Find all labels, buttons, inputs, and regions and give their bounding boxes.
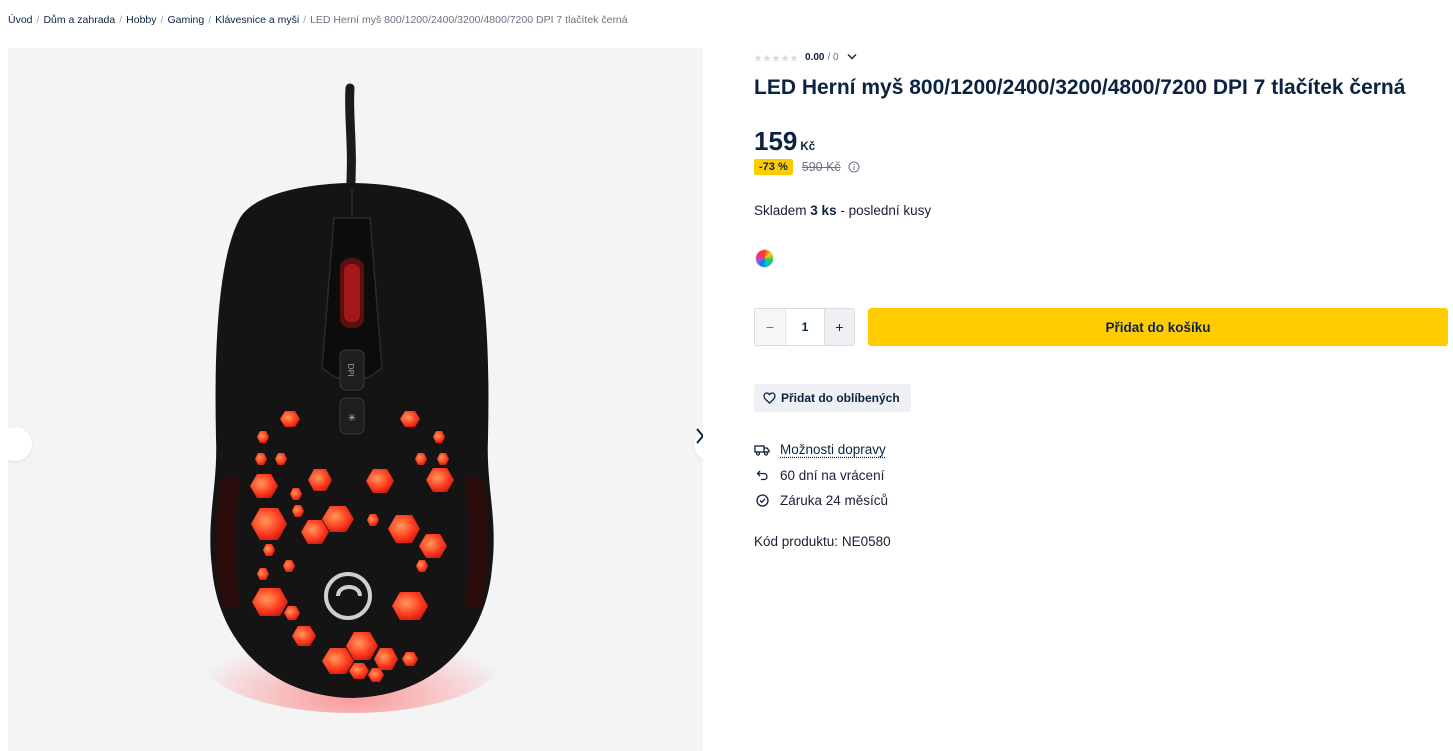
svg-text:DPI: DPI xyxy=(346,363,355,376)
discount-badge: -73 % xyxy=(754,159,793,175)
stock-prefix: Skladem xyxy=(754,203,807,218)
breadcrumb-link-home[interactable]: Úvod xyxy=(8,14,33,26)
star-icon xyxy=(772,53,780,61)
breadcrumb-separator: / xyxy=(303,14,307,26)
chevron-right-icon xyxy=(696,428,703,444)
breadcrumb: Úvod / Dům a zahrada / Hobby / Gaming / Klávesni… xyxy=(8,14,628,26)
star-icon xyxy=(754,53,762,61)
svg-text:✳: ✳ xyxy=(348,413,356,424)
price-amount: 159 xyxy=(754,126,798,156)
chevron-down-icon xyxy=(847,52,857,63)
quantity-increase-button[interactable]: + xyxy=(824,309,854,345)
breadcrumb-current: LED Herní myš 800/1200/2400/3200/4800/72… xyxy=(310,14,628,26)
discount-row: -73 % 590 Kč xyxy=(754,159,860,175)
rating-stars xyxy=(754,53,798,62)
star-icon xyxy=(763,53,771,61)
star-icon xyxy=(781,53,789,61)
truck-icon xyxy=(754,444,770,456)
add-to-favorites-button[interactable]: Přidat do oblíbených xyxy=(754,384,911,412)
stock-status: Skladem 3 ks - poslední kusy xyxy=(754,203,931,218)
feature-shipping: Možnosti dopravy xyxy=(754,437,888,463)
breadcrumb-separator: / xyxy=(119,14,123,26)
quantity-stepper: − 1 + xyxy=(754,308,855,346)
quantity-decrease-button[interactable]: − xyxy=(755,309,785,345)
breadcrumb-link-keyboards-mice[interactable]: Klávesnice a myši xyxy=(215,14,299,26)
product-gallery: DPI ✳ xyxy=(8,48,703,751)
breadcrumb-separator: / xyxy=(208,14,212,26)
breadcrumb-link-home-garden[interactable]: Dům a zahrada xyxy=(43,14,115,26)
add-to-cart-button[interactable]: Přidat do košíku xyxy=(868,308,1448,346)
product-price: 159 Kč xyxy=(754,126,815,157)
breadcrumb-link-gaming[interactable]: Gaming xyxy=(167,14,204,26)
product-code: Kód produktu: NE0580 xyxy=(754,534,891,549)
quantity-input[interactable]: 1 xyxy=(785,309,824,345)
rating-score: 0.00 xyxy=(805,52,825,63)
product-code-label: Kód produktu: xyxy=(754,534,839,549)
info-icon[interactable] xyxy=(848,161,860,173)
stock-quantity: 3 ks xyxy=(810,203,837,218)
breadcrumb-separator: / xyxy=(36,14,40,26)
color-swatch-multicolor[interactable] xyxy=(755,249,774,268)
feature-warranty: Záruka 24 měsíců xyxy=(754,488,888,514)
product-image[interactable]: DPI ✳ xyxy=(8,48,703,751)
chevron-left-icon xyxy=(8,427,10,445)
price-currency: Kč xyxy=(800,141,816,153)
product-title: LED Herní myš 800/1200/2400/3200/4800/72… xyxy=(754,76,1406,99)
returns-label: 60 dní na vrácení xyxy=(780,467,885,483)
old-price: 590 Kč xyxy=(801,160,841,174)
add-to-favorites-label: Přidat do oblíbených xyxy=(781,391,900,405)
heart-icon xyxy=(763,392,776,404)
rating-count: / 0 xyxy=(827,52,839,63)
feature-returns: 60 dní na vrácení xyxy=(754,463,888,489)
shipping-options-link[interactable]: Možnosti dopravy xyxy=(780,442,886,457)
breadcrumb-separator: / xyxy=(160,14,164,26)
rating-summary[interactable]: 0.00 / 0 xyxy=(754,52,857,63)
product-features: Možnosti dopravy 60 dní na vrácení Záruk… xyxy=(754,437,888,514)
return-arrow-icon xyxy=(754,470,770,481)
product-code-value: NE0580 xyxy=(841,534,891,549)
stock-suffix: - poslední kusy xyxy=(840,203,932,218)
breadcrumb-link-hobby[interactable]: Hobby xyxy=(126,14,156,26)
star-icon xyxy=(790,53,798,61)
warranty-label: Záruka 24 měsíců xyxy=(780,493,889,509)
check-circle-icon xyxy=(754,494,770,507)
